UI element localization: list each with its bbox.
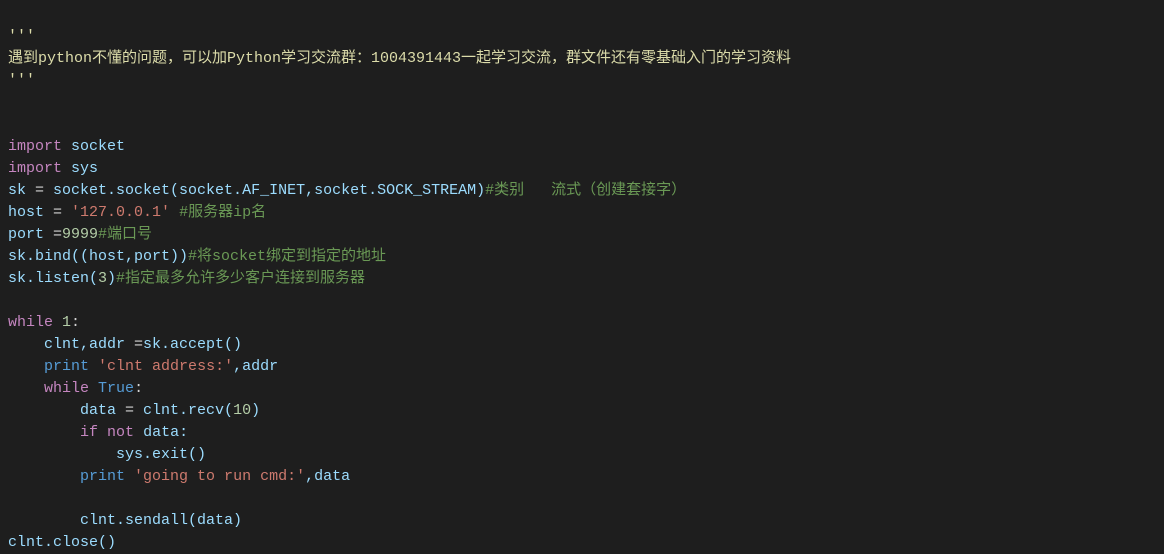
mod-socket: socket [62,138,125,155]
string-literal: 'clnt address:' [98,358,233,375]
indent [8,424,80,441]
indent [8,380,44,397]
docstring-open: ''' [8,28,35,45]
op-assign: = [53,226,62,243]
call-sendall: clnt.sendall(data) [80,512,242,529]
op-assign: = [35,182,44,199]
colon: : [71,314,80,331]
space [53,314,62,331]
space [89,358,98,375]
call-close: clnt.close() [8,534,116,551]
space [98,424,107,441]
comment: #端口号 [98,226,152,243]
mod-sys: sys [62,160,98,177]
var-port: port [8,226,53,243]
comment: #指定最多允许多少客户连接到服务器 [116,270,365,287]
var-data: ,data [305,468,350,485]
kw-while: while [44,380,89,397]
paren-close: ) [251,402,260,419]
call-bind: sk.bind((host,port)) [8,248,188,265]
kw-print: print [44,358,89,375]
docstring-close: ''' [8,72,35,89]
var-data: data: [134,424,188,441]
call-socket: socket.socket(socket.AF_INET,socket.SOCK… [44,182,485,199]
call-listen-pre: sk.listen( [8,270,98,287]
const-true: True [98,380,134,397]
indent [8,358,44,375]
space [170,204,179,221]
var-addr: ,addr [233,358,278,375]
space [62,204,71,221]
kw-if: if [80,424,98,441]
indent [8,446,116,463]
indent [8,512,80,529]
var-host: host [8,204,53,221]
indent [8,336,44,353]
string-literal: 'going to run cmd:' [134,468,305,485]
op-assign: = [125,402,134,419]
paren-close: ) [107,270,116,287]
number-literal: 3 [98,270,107,287]
kw-not: not [107,424,134,441]
number-literal: 10 [233,402,251,419]
kw-import: import [8,160,62,177]
comment: #类别 流式（创建套接字） [485,182,686,199]
kw-import: import [8,138,62,155]
number-literal: 9999 [62,226,98,243]
call-exit: sys.exit() [116,446,206,463]
op-assign: = [53,204,62,221]
code-editor[interactable]: ''' 遇到python不懂的问题，可以加Python学习交流群：1004391… [8,4,1156,554]
colon: : [134,380,143,397]
space [89,380,98,397]
var-sk: sk [8,182,35,199]
op-assign: = [134,336,143,353]
indent [8,402,80,419]
comment: #服务器ip名 [179,204,266,221]
call-recv: clnt.recv( [134,402,233,419]
var-clnt-addr: clnt,addr [44,336,134,353]
call-accept: sk.accept() [143,336,242,353]
kw-while: while [8,314,53,331]
number-literal: 1 [62,314,71,331]
comment: #将socket绑定到指定的地址 [188,248,386,265]
string-literal: '127.0.0.1' [71,204,170,221]
var-data: data [80,402,125,419]
space [125,468,134,485]
docstring-text: 遇到python不懂的问题，可以加Python学习交流群：1004391443一… [8,50,791,67]
indent [8,468,80,485]
kw-print: print [80,468,125,485]
